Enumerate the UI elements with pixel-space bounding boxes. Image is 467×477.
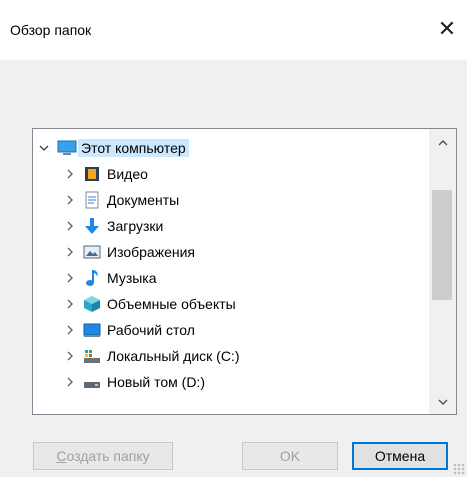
- downloads-icon: [83, 217, 101, 235]
- tree-item-label: Документы: [107, 192, 180, 208]
- ok-button[interactable]: OK: [242, 442, 338, 470]
- desktop-icon: [83, 321, 101, 339]
- vertical-scrollbar[interactable]: [429, 129, 456, 414]
- cancel-button[interactable]: Отмена: [352, 442, 448, 470]
- chevron-right-icon[interactable]: [63, 375, 77, 389]
- new-folder-label: оздать папку: [66, 448, 150, 464]
- tree-item-video[interactable]: Видео: [63, 161, 148, 187]
- chevron-right-icon[interactable]: [63, 271, 77, 285]
- title-bar: Обзор папок ✕: [0, 0, 467, 60]
- new-folder-button[interactable]: Создать папку: [33, 442, 173, 470]
- window-title: Обзор папок: [10, 22, 92, 38]
- tree-item-label: Локальный диск (C:): [107, 348, 240, 364]
- tree-item-label: Рабочий стол: [107, 322, 195, 338]
- computer-icon: [57, 139, 77, 157]
- tree-item-label: Этот компьютер: [78, 139, 189, 157]
- pictures-icon: [83, 243, 101, 261]
- chevron-right-icon[interactable]: [63, 323, 77, 337]
- cancel-label: Отмена: [374, 448, 426, 464]
- chevron-right-icon[interactable]: [63, 219, 77, 233]
- chevron-down-icon[interactable]: [37, 141, 51, 155]
- tree-item-label: Музыка: [107, 270, 157, 286]
- scroll-down-icon[interactable]: [429, 392, 456, 412]
- ok-label: OK: [279, 448, 301, 464]
- documents-icon: [83, 191, 101, 209]
- tree-item-label: Изображения: [107, 244, 195, 260]
- tree-item-label: Загрузки: [107, 218, 164, 234]
- drive-icon: [83, 373, 101, 391]
- tree-item-local-disk-c[interactable]: Локальный диск (C:): [63, 343, 240, 369]
- tree-item-pictures[interactable]: Изображения: [63, 239, 195, 265]
- resize-grip[interactable]: [453, 463, 465, 475]
- chevron-right-icon[interactable]: [63, 349, 77, 363]
- tree-item-label: Видео: [107, 166, 148, 182]
- tree-item-this-pc[interactable]: Этот компьютер: [37, 135, 189, 161]
- tree-item-downloads[interactable]: Загрузки: [63, 213, 163, 239]
- tree-item-label: Объемные объекты: [107, 296, 236, 312]
- tree-item-music[interactable]: Музыка: [63, 265, 157, 291]
- local-disk-icon: [83, 347, 101, 365]
- tree-item-label: Новый том (D:): [107, 374, 205, 390]
- browse-folders-dialog: Обзор папок ✕ Этот компьютер Видео Докум…: [0, 0, 467, 477]
- scroll-up-icon[interactable]: [429, 133, 456, 153]
- video-icon: [83, 165, 101, 183]
- chevron-right-icon[interactable]: [63, 245, 77, 259]
- tree-item-new-volume-d[interactable]: Новый том (D:): [63, 369, 205, 395]
- tree-item-documents[interactable]: Документы: [63, 187, 179, 213]
- chevron-right-icon[interactable]: [63, 297, 77, 311]
- scrollbar-thumb[interactable]: [432, 190, 452, 300]
- new-folder-accelerator: С: [56, 448, 67, 464]
- tree-item-3d-objects[interactable]: Объемные объекты: [63, 291, 236, 317]
- 3d-objects-icon: [83, 295, 101, 313]
- music-icon: [83, 269, 101, 287]
- chevron-right-icon[interactable]: [63, 167, 77, 181]
- close-icon[interactable]: ✕: [433, 15, 461, 43]
- tree-item-desktop[interactable]: Рабочий стол: [63, 317, 195, 343]
- chevron-right-icon[interactable]: [63, 193, 77, 207]
- folder-tree[interactable]: Этот компьютер Видео Документы Загрузки: [32, 128, 457, 415]
